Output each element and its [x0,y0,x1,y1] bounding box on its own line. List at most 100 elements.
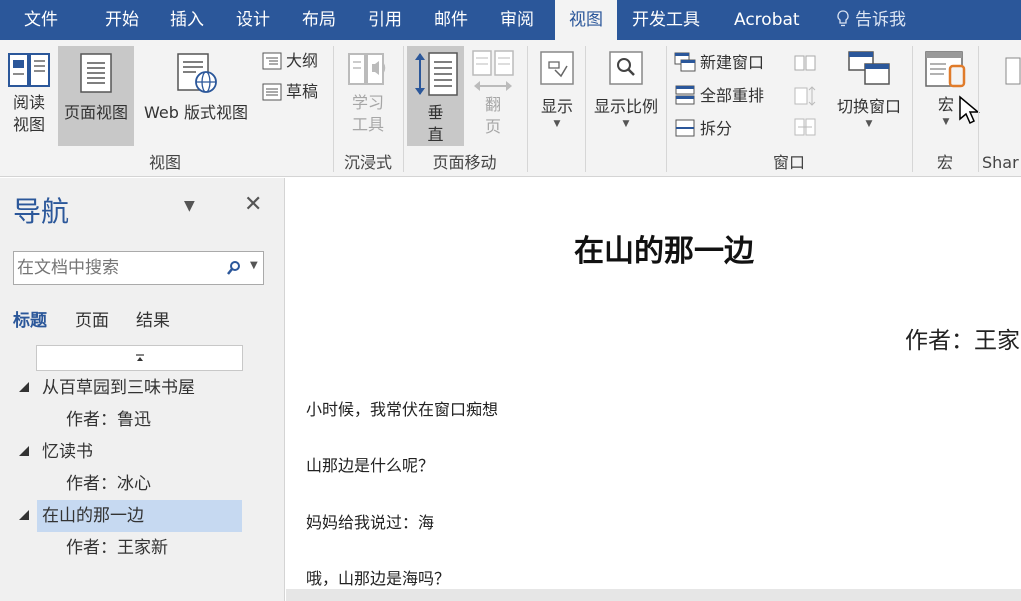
collapse-bar[interactable] [36,345,243,371]
web-layout-label: Web 版式视图 [144,103,248,122]
separator [978,46,979,172]
ribbon: 阅读 视图 页面视图 Web 版式视图 大纲 草稿 视图 学习 工具 沉浸式 垂… [0,40,1021,177]
vertical-page-movement-button[interactable]: 垂 直 [407,46,464,146]
print-layout-label: 页面视图 [63,103,128,122]
reading-view-label-2: 视图 [12,115,45,134]
web-layout-button[interactable]: Web 版式视图 [137,46,255,146]
chevron-down-icon[interactable]: ▼ [184,198,195,214]
split-button[interactable]: 拆分 [674,117,732,141]
new-window-icon [674,52,696,72]
nav-search-input[interactable] [17,258,217,278]
tab-home[interactable]: 开始 [96,0,148,40]
group-label-page-movement: 页面移动 [432,153,497,172]
synchronous-scrolling-icon[interactable] [793,85,817,107]
horizontal-scrollbar[interactable] [286,589,1021,601]
document-paragraph: 山那边是什么呢？ [306,456,435,475]
tab-design[interactable]: 设计 [227,0,279,40]
show-icon [540,51,574,85]
share-icon[interactable] [1004,54,1021,88]
group-label-window: 窗口 [772,153,805,172]
nav-heading-item[interactable]: 从百草园到三味书屋 [0,372,285,404]
tab-file[interactable]: 文件 [15,0,67,40]
tab-developer[interactable]: 开发工具 [623,0,709,40]
nav-heading-item[interactable]: 忆读书 [0,436,285,468]
nav-tab-headings[interactable]: 标题 [13,306,47,331]
ribbon-tab-bar: 文件 开始 插入 设计 布局 引用 邮件 审阅 视图 开发工具 Acrobat … [0,0,1021,41]
expand-triangle-icon[interactable] [18,445,30,457]
draft-label: 草稿 [286,82,319,101]
learning-tools-label-2: 工具 [351,115,384,134]
learning-tools-button[interactable]: 学习 工具 [340,48,396,148]
zoom-label: 显示比例 [593,97,658,116]
tell-me-label: 告诉我 [855,10,906,30]
collapse-up-icon [135,354,144,361]
show-label: 显示 [540,97,573,116]
nav-heading-item-selected[interactable]: 在山的那一边 [0,500,285,532]
lightbulb-icon [837,10,849,27]
nav-subheading-item[interactable]: 作者：冰心 [66,468,151,500]
zoom-button[interactable]: 显示比例 ▼ [589,46,663,146]
learning-tools-label-1: 学习 [351,93,384,112]
tab-view[interactable]: 视图 [555,0,617,41]
tab-mailings[interactable]: 邮件 [425,0,477,40]
nav-search-box[interactable]: ▼ [13,251,264,285]
side-to-side-label-1: 翻 [484,95,501,114]
document-title: 在山的那一边 [574,234,754,269]
outline-button[interactable]: 大纲 [262,49,318,73]
chevron-down-icon: ▼ [622,119,630,129]
chevron-down-icon: ▼ [553,119,561,129]
globe-page-icon [177,53,217,93]
split-icon [675,119,695,137]
draft-button[interactable]: 草稿 [262,80,318,104]
new-window-button[interactable]: 新建窗口 [674,51,764,75]
side-to-side-label-2: 页 [484,117,501,136]
outline-label: 大纲 [286,51,319,70]
tab-acrobat[interactable]: Acrobat [725,0,809,40]
reading-view-button[interactable]: 阅读 视图 [4,48,54,148]
nav-heading-title: 忆读书 [42,442,93,462]
tab-review[interactable]: 审阅 [491,0,543,40]
tab-insert[interactable]: 插入 [161,0,213,40]
tell-me-search[interactable]: 告诉我 [826,0,915,40]
show-button[interactable]: 显示 ▼ [533,46,581,146]
arrange-all-label: 全部重排 [700,86,765,105]
document-paragraph: 哦，山那边是海吗？ [306,569,451,588]
document-canvas[interactable]: 在山的那一边 作者：王家 小时候，我常伏在窗口痴想 山那边是什么呢？ 妈妈给我说… [286,178,1021,601]
macro-icon [925,51,966,88]
switch-windows-icon [848,51,890,85]
nav-heading-title: 在山的那一边 [37,500,242,532]
tab-references[interactable]: 引用 [359,0,411,40]
chevron-down-icon: ▼ [865,119,873,129]
reset-window-position-icon[interactable] [793,117,817,137]
nav-subheading-item[interactable]: 作者：鲁迅 [66,404,151,436]
side-to-side-icon [472,50,514,91]
reading-view-label-1: 阅读 [12,93,45,112]
nav-tab-pages[interactable]: 页面 [75,306,109,331]
document-paragraph: 小时候，我常伏在窗口痴想 [306,400,499,419]
magnifier-icon [609,51,643,85]
chevron-down-icon[interactable]: ▼ [250,260,258,271]
nav-heading-title: 从百草园到三味书屋 [42,378,195,398]
document-author: 作者：王家 [905,328,1020,354]
vertical-label-1: 垂 [427,103,444,122]
tab-layout[interactable]: 布局 [293,0,345,40]
nav-subheading-item[interactable]: 作者：王家新 [66,532,168,564]
side-to-side-button[interactable]: 翻 页 [466,48,520,148]
split-label: 拆分 [700,119,733,138]
page-icon [80,53,112,93]
navigation-pane: 导航 ▼ ✕ ▼ 标题 页面 结果 从百草园到三味书屋 作者：鲁迅 忆读书 作者… [0,178,285,601]
view-side-by-side-icon[interactable] [793,54,817,74]
new-window-label: 新建窗口 [700,53,765,72]
switch-windows-button[interactable]: 切换窗口 ▼ [828,46,910,146]
arrange-all-button[interactable]: 全部重排 [674,84,764,108]
print-layout-button[interactable]: 页面视图 [58,46,134,146]
expand-triangle-icon[interactable] [18,381,30,393]
search-icon[interactable] [226,260,242,276]
book-icon [8,53,50,87]
document-paragraph: 妈妈给我说过：海 [306,513,435,532]
expand-triangle-icon[interactable] [18,509,30,521]
close-icon[interactable]: ✕ [244,192,262,217]
switch-windows-label: 切换窗口 [836,97,901,116]
nav-tab-results[interactable]: 结果 [136,306,170,331]
draft-icon [262,83,282,101]
